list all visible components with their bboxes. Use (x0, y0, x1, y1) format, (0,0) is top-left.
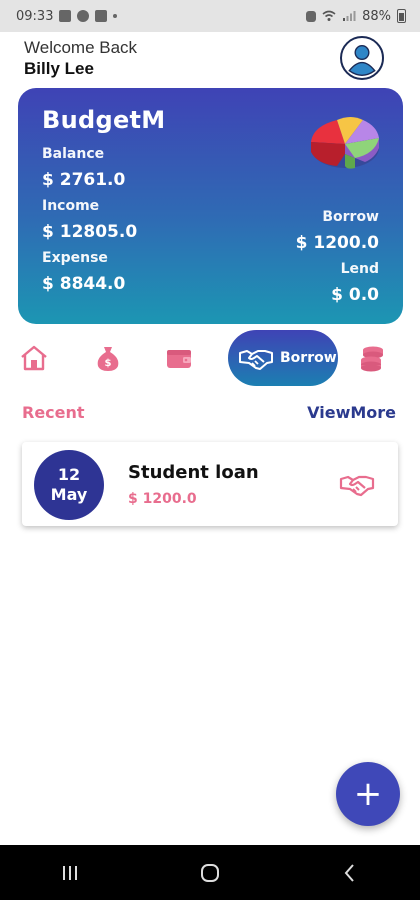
handshake-icon (339, 475, 375, 497)
nav-home[interactable] (14, 338, 54, 378)
header: Welcome Back Billy Lee (24, 36, 384, 86)
recent-apps-icon (63, 865, 77, 880)
coins-icon (361, 346, 383, 372)
nav-wallet[interactable] (159, 338, 199, 378)
nav-lend[interactable] (352, 338, 392, 378)
home-icon (21, 345, 47, 371)
back-button[interactable] (330, 853, 370, 893)
date-day: 12 (57, 465, 81, 484)
add-button[interactable]: + (336, 762, 400, 826)
expense-value: $ 8844.0 (42, 274, 126, 294)
category-nav: $ Borrow (0, 330, 420, 386)
battery-percent: 88% (362, 8, 391, 24)
facebook-icon (95, 10, 108, 22)
battery-icon (397, 9, 406, 23)
signal-icon (343, 11, 356, 21)
status-left: 09:33 (16, 8, 118, 24)
date-badge: 12 May (34, 450, 104, 520)
transaction-item[interactable]: 12 May Student loan $ 1200.0 (22, 442, 398, 526)
date-month: May (50, 485, 88, 504)
plus-icon: + (353, 774, 383, 814)
status-right: 88% (306, 9, 406, 24)
lend-label: Lend (340, 261, 379, 277)
money-bag-icon: $ (97, 347, 119, 371)
status-bar: 09:33 88% (0, 0, 420, 32)
home-circle-icon (201, 863, 219, 882)
home-system-button[interactable] (190, 853, 230, 893)
whatsapp-icon (77, 10, 90, 22)
handshake-icon (239, 350, 273, 370)
transaction-title: Student loan (128, 462, 259, 483)
lend-value: $ 0.0 (331, 285, 379, 305)
user-icon (343, 39, 381, 77)
welcome-text: Welcome Back (24, 38, 138, 57)
system-nav-bar (0, 845, 420, 900)
back-chevron-icon (344, 863, 354, 882)
username: Billy Lee (24, 59, 94, 78)
alarm-icon (306, 10, 317, 22)
borrow-value: $ 1200.0 (295, 233, 379, 253)
balance-label: Balance (42, 146, 105, 162)
status-time: 09:33 (16, 8, 54, 24)
transaction-amount: $ 1200.0 (128, 491, 197, 507)
income-value: $ 12805.0 (42, 222, 138, 242)
borrow-label: Borrow (322, 209, 379, 225)
recent-title: Recent (22, 403, 85, 422)
nav-borrow[interactable]: Borrow (228, 330, 338, 386)
recent-apps-button[interactable] (50, 853, 90, 893)
wallet-icon (167, 350, 191, 368)
budget-card: BudgetM Balance $ 2761.0 Income $ 12805.… (18, 88, 403, 324)
svg-text:$: $ (105, 358, 112, 369)
balance-value: $ 2761.0 (42, 170, 126, 190)
pie-chart-icon (311, 117, 379, 169)
income-label: Income (42, 198, 100, 214)
nav-income[interactable]: $ (88, 338, 128, 378)
expense-label: Expense (42, 250, 108, 266)
wifi-icon (322, 10, 336, 21)
view-more-link[interactable]: ViewMore (307, 403, 396, 422)
app-title: BudgetM (42, 106, 166, 134)
gallery-icon (59, 10, 72, 22)
dot-icon (113, 14, 118, 18)
avatar-button[interactable] (340, 36, 384, 80)
nav-borrow-label: Borrow (280, 350, 337, 366)
